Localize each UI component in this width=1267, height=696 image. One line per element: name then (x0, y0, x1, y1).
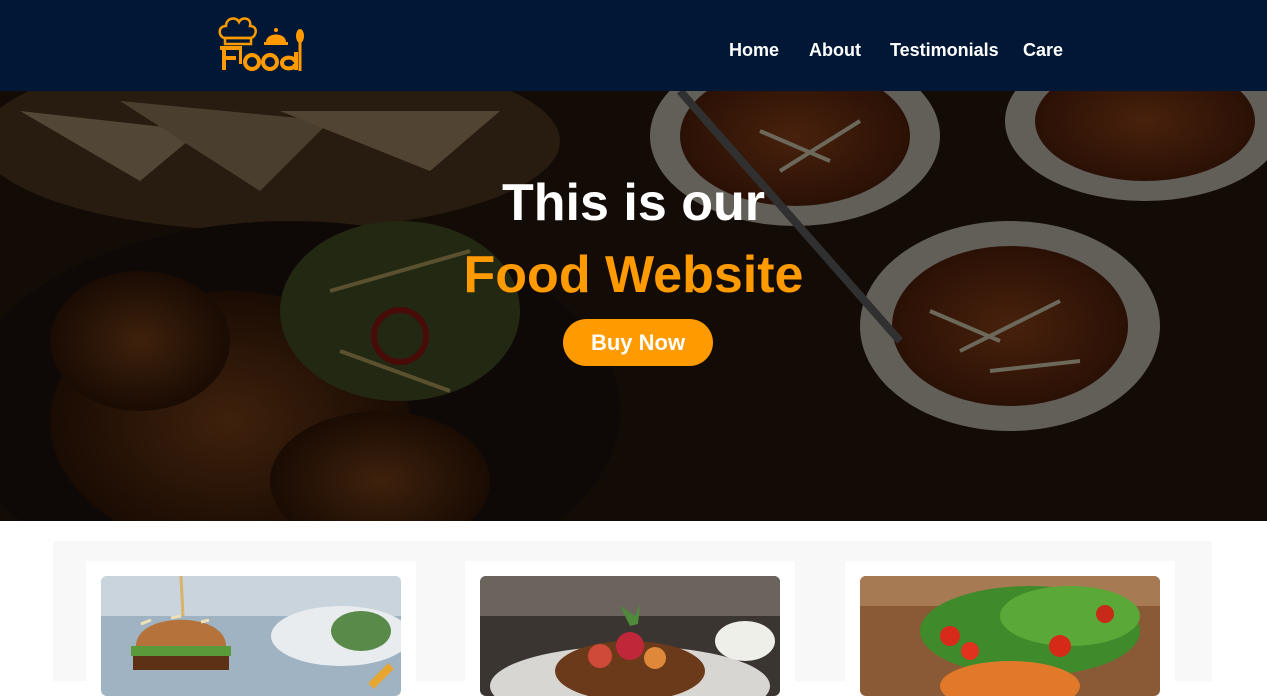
nav-care[interactable]: Care (1023, 38, 1063, 62)
menu-card[interactable] (465, 561, 795, 696)
hero-banner: This is our Food Website Buy Now (0, 91, 1267, 521)
salad-photo (860, 576, 1160, 696)
menu-card[interactable] (86, 561, 416, 696)
chef-hat-icon (218, 17, 304, 71)
navbar: Home About Testimonials Care (0, 0, 1267, 91)
buy-now-button[interactable]: Buy Now (563, 319, 713, 366)
nav-testimonials[interactable]: Testimonials (890, 38, 999, 62)
logo[interactable] (214, 12, 308, 74)
dessert-photo (480, 576, 780, 696)
burger-photo (101, 576, 401, 696)
menu-card[interactable] (845, 561, 1175, 696)
menu-cards-section (53, 541, 1212, 696)
nav-about[interactable]: About (809, 38, 861, 62)
nav-home[interactable]: Home (729, 38, 779, 62)
hero-title-line1: This is our (502, 174, 765, 232)
hero-title-line2: Food Website (463, 246, 804, 304)
